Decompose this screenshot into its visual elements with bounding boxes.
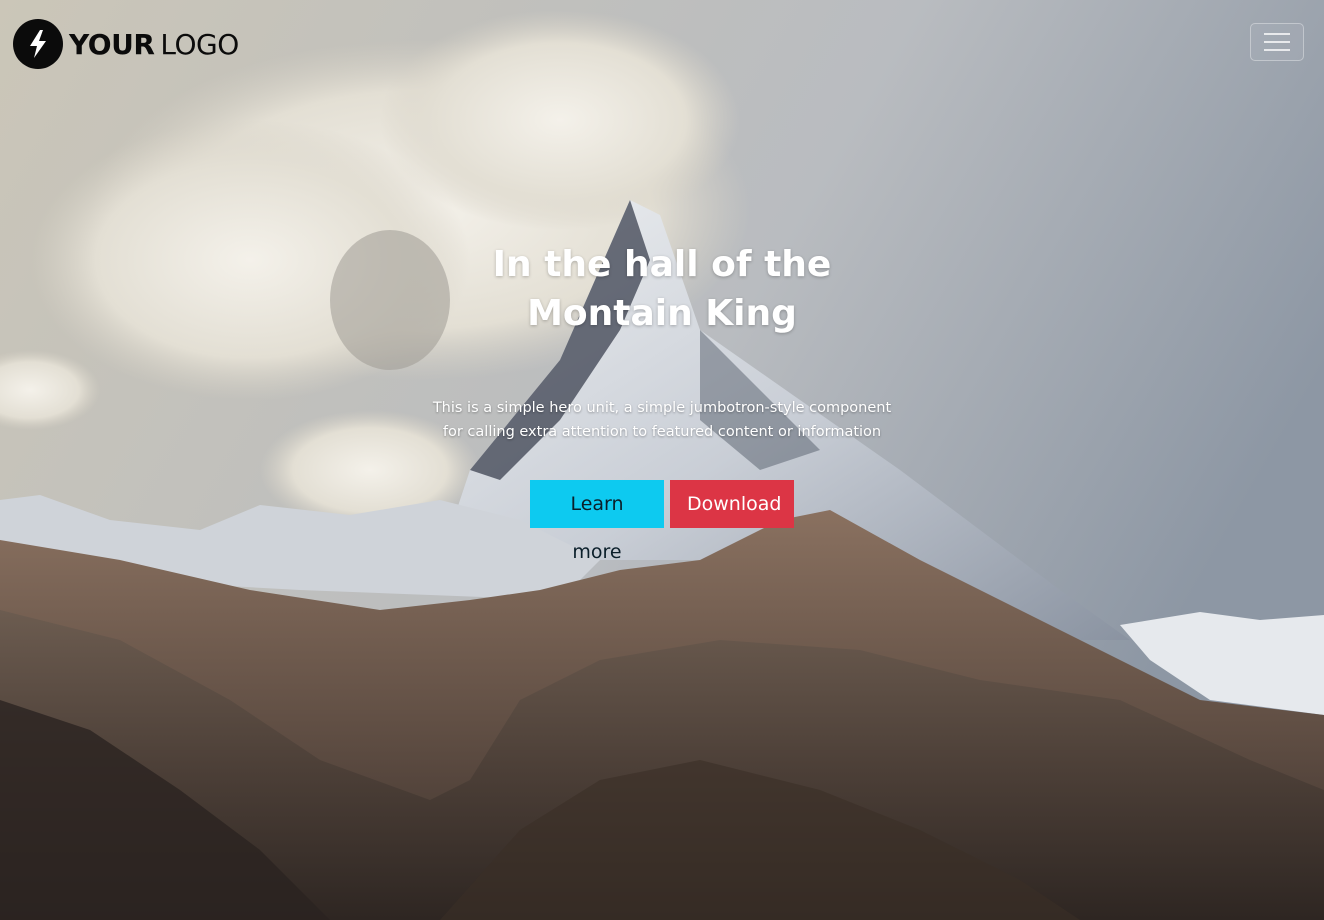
hero-section: YOUR LOGO In the hall of the Montain King… [0, 0, 1324, 920]
hero-title: In the hall of the Montain King [492, 244, 832, 334]
learn-more-button[interactable]: Learn more [530, 480, 664, 563]
logo-bold-text: YOUR [69, 27, 155, 61]
brand-logo[interactable]: YOUR LOGO [13, 19, 239, 69]
hamburger-menu-icon-bar [1264, 41, 1290, 43]
download-button[interactable]: Download [670, 480, 794, 528]
hero-lead-text: This is a simple hero unit, a simple jum… [432, 400, 892, 440]
hamburger-menu-icon [1264, 33, 1290, 35]
navbar-toggler-button[interactable] [1250, 23, 1304, 61]
logo-light-text: LOGO [160, 27, 239, 61]
logo-text: YOUR LOGO [69, 28, 239, 61]
hero-content: In the hall of the Montain King This is … [362, 240, 962, 563]
navbar: YOUR LOGO [0, 0, 1324, 88]
lightning-bolt-icon [13, 19, 63, 69]
hamburger-menu-icon-bar [1264, 49, 1290, 51]
hero-actions: Learn more Download [362, 480, 962, 563]
